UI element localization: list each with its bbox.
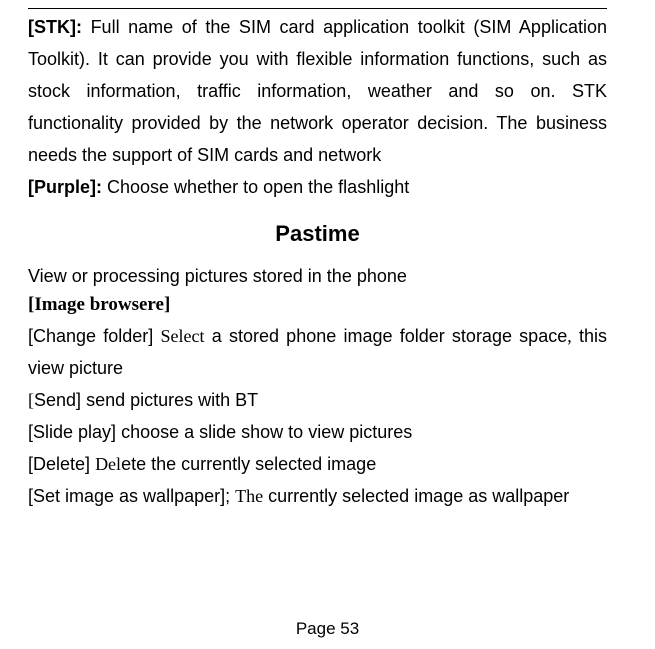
purple-paragraph: [Purple]: Choose whether to open the fla… [28,171,607,203]
change-folder-rest: a stored phone image folder storage spac… [212,326,568,346]
section-heading: Pastime [28,221,607,247]
delete-entry: [Delete] Delete the currently selected i… [28,448,607,480]
send-label: Send] [34,390,81,410]
page-number: Page 53 [0,619,655,639]
wallpaper-rest: currently selected image as wallpaper [268,486,569,506]
send-entry: [Send] send pictures with BT [28,384,607,416]
delete-rest: ete the currently selected image [121,454,376,474]
stk-label: [STK]: [28,17,82,37]
purple-label: [Purple]: [28,177,102,197]
change-folder-label: [Change folder] [28,326,153,346]
intro-text: View or processing pictures stored in th… [28,261,607,291]
slide-entry: [Slide play] choose a slide show to view… [28,416,607,448]
wallpaper-entry: [Set image as wallpaper]; The currently … [28,480,607,512]
delete-label: [Delete] [28,454,90,474]
delete-lead: Del [95,454,121,474]
stk-text: Full name of the SIM card application to… [28,17,607,165]
horizontal-rule [28,8,607,9]
stk-paragraph: [STK]: Full name of the SIM card applica… [28,11,607,171]
purple-text: Choose whether to open the flashlight [107,177,409,197]
image-browser-heading: [Image browsere] [28,294,607,316]
wallpaper-label: [Set image as wallpaper]; [28,486,230,506]
send-text: send pictures with BT [86,390,258,410]
wallpaper-lead: The [235,486,263,506]
change-folder-entry: [Change folder] Select a stored phone im… [28,320,607,384]
slide-text: choose a slide show to view pictures [121,422,412,442]
page-content: [STK]: Full name of the SIM card applica… [0,0,655,649]
change-folder-lead: Select [161,326,205,346]
slide-label: [Slide play] [28,422,116,442]
